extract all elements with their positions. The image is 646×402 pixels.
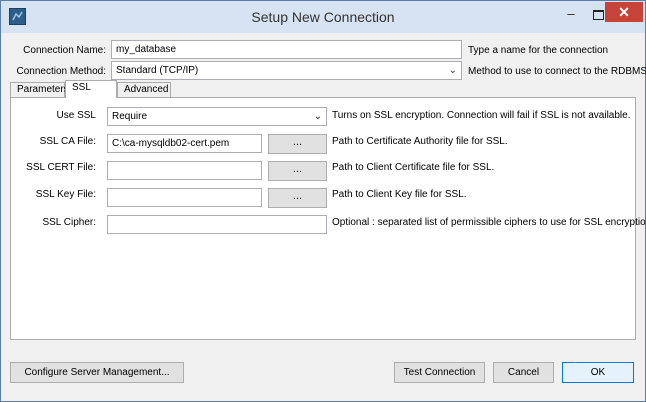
minimize-button[interactable]: – — [558, 5, 584, 25]
tab-parameters[interactable]: Parameters — [10, 82, 69, 97]
ssl-key-file-hint: Path to Client Key file for SSL. — [332, 189, 467, 200]
ssl-cert-file-hint: Path to Client Certificate file for SSL. — [332, 162, 495, 173]
use-ssl-select[interactable]: Require ⌄ — [107, 107, 327, 126]
ok-button[interactable]: OK — [562, 362, 634, 383]
ssl-ca-file-browse-button[interactable]: ... — [268, 134, 327, 154]
configure-server-management-button[interactable]: Configure Server Management... — [10, 362, 184, 383]
connection-name-hint: Type a name for the connection — [468, 45, 609, 56]
close-icon: ✕ — [618, 4, 630, 20]
tab-ssl[interactable]: SSL — [65, 80, 117, 98]
maximize-icon — [593, 10, 604, 20]
test-connection-button[interactable]: Test Connection — [394, 362, 485, 383]
connection-name-label: Connection Name: — [23, 45, 106, 56]
ssl-key-file-input[interactable] — [107, 188, 262, 207]
connection-method-label: Connection Method: — [16, 66, 106, 77]
use-ssl-hint: Turns on SSL encryption. Connection will… — [332, 110, 631, 121]
ssl-ca-file-hint: Path to Certificate Authority file for S… — [332, 136, 508, 147]
ssl-cipher-hint: Optional : separated list of permissible… — [332, 217, 646, 228]
ssl-ca-file-label: SSL CA File: — [39, 136, 96, 147]
connection-method-value: Standard (TCP/IP) — [116, 65, 199, 76]
close-button[interactable]: ✕ — [605, 2, 643, 22]
ssl-key-file-label: SSL Key File: — [35, 189, 96, 200]
ssl-cipher-input[interactable] — [107, 215, 327, 234]
ssl-cert-file-browse-button[interactable]: ... — [268, 161, 327, 181]
window-title: Setup New Connection — [251, 9, 395, 25]
ssl-cert-file-label: SSL CERT File: — [26, 162, 96, 173]
use-ssl-label: Use SSL — [56, 110, 96, 121]
connection-name-input[interactable]: my_database — [111, 40, 462, 59]
tab-advanced[interactable]: Advanced — [117, 82, 171, 97]
ssl-key-file-browse-button[interactable]: ... — [268, 188, 327, 208]
chevron-down-icon: ⌄ — [448, 65, 457, 76]
chevron-down-icon: ⌄ — [313, 111, 322, 122]
connection-method-select[interactable]: Standard (TCP/IP) ⌄ — [111, 61, 462, 80]
use-ssl-value: Require — [112, 111, 148, 122]
title-bar[interactable]: Setup New Connection – ✕ — [1, 1, 645, 33]
connection-method-hint: Method to use to connect to the RDBMS — [468, 66, 646, 77]
ssl-ca-file-input[interactable]: C:\ca-mysqldb02-cert.pem — [107, 134, 262, 153]
dialog-window: Setup New Connection – ✕ Connection Name… — [0, 0, 646, 402]
ssl-panel: Use SSL Require ⌄ Turns on SSL encryptio… — [10, 97, 646, 340]
cancel-button[interactable]: Cancel — [493, 362, 554, 383]
ssl-cipher-label: SSL Cipher: — [42, 217, 96, 228]
ssl-cert-file-input[interactable] — [107, 161, 262, 180]
